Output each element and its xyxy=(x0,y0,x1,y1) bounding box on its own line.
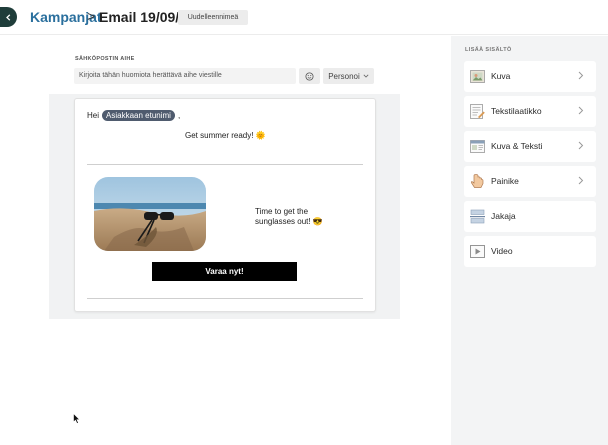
divider-line[interactable] xyxy=(87,164,363,165)
block-text-box[interactable]: Tekstilaatikko xyxy=(464,96,596,127)
cta-button[interactable]: Varaa nyt! xyxy=(152,262,297,281)
block-label: Jakaja xyxy=(491,211,516,221)
personalize-dropdown[interactable]: Personoi xyxy=(323,68,374,84)
divider-icon xyxy=(470,209,485,224)
block-label: Tekstilaatikko xyxy=(491,106,542,116)
block-label: Painike xyxy=(491,176,519,186)
subject-input[interactable]: Kirjoita tähän huomiota herättävä aihe v… xyxy=(74,68,296,84)
block-label: Kuva xyxy=(491,71,511,81)
chevron-right-icon xyxy=(578,71,584,80)
subject-label: SÄHKÖPOSTIN AIHE xyxy=(75,56,135,62)
image-text-icon xyxy=(470,140,485,153)
block-button[interactable]: Painike xyxy=(464,166,596,197)
block-label: Kuva & Teksti xyxy=(491,141,543,151)
divider-line[interactable] xyxy=(87,298,363,299)
back-button[interactable] xyxy=(0,7,17,27)
sunglasses-image[interactable] xyxy=(94,177,206,251)
breadcrumb-separator: > xyxy=(87,8,96,24)
chevron-down-icon xyxy=(363,74,369,78)
image-caption-line-2: sunglasses out! 😎 xyxy=(255,217,323,226)
block-image-text[interactable]: Kuva & Teksti xyxy=(464,131,596,162)
chevron-left-icon xyxy=(6,13,11,21)
greeting-line[interactable]: Hei Asiakkaan etunimi , xyxy=(87,110,180,121)
mouse-cursor-icon xyxy=(73,413,80,424)
video-icon xyxy=(470,245,485,258)
image-caption-text[interactable]: Time to get the sunglasses out! 😎 xyxy=(255,207,335,227)
chevron-right-icon xyxy=(578,141,584,150)
top-bar: Kampanjat > Email 19/09/24 Uudelleennime… xyxy=(0,0,608,35)
button-click-icon xyxy=(471,174,484,188)
text-box-icon xyxy=(470,104,485,119)
greeting-suffix: , xyxy=(177,111,181,120)
chevron-right-icon xyxy=(578,106,584,115)
block-divider[interactable]: Jakaja xyxy=(464,201,596,232)
first-name-merge-tag[interactable]: Asiakkaan etunimi xyxy=(102,110,175,121)
block-label: Video xyxy=(491,246,513,256)
block-video[interactable]: Video xyxy=(464,236,596,267)
personalize-label: Personoi xyxy=(328,71,360,81)
smiley-icon xyxy=(305,71,314,81)
greeting-text: Hei xyxy=(87,111,100,120)
panel-title: LISÄÄ SISÄLTÖ xyxy=(465,47,512,53)
chevron-right-icon xyxy=(578,176,584,185)
summer-text-block[interactable]: Get summer ready! 🌞 xyxy=(185,131,266,140)
image-icon xyxy=(470,70,485,83)
image-caption-line-1: Time to get the xyxy=(255,207,309,216)
block-image[interactable]: Kuva xyxy=(464,61,596,92)
emoji-button[interactable] xyxy=(299,68,320,84)
rename-button[interactable]: Uudelleennimeä xyxy=(178,10,248,25)
